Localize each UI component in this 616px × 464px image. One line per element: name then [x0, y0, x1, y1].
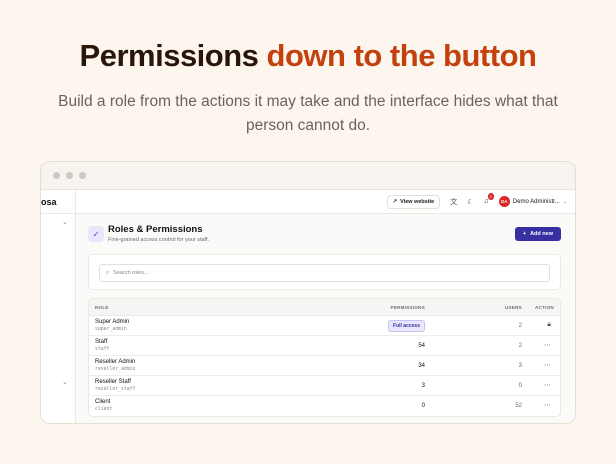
window-dot-minimize[interactable] [66, 172, 73, 179]
role-name: Client [95, 399, 111, 405]
main-area: ↗ View website 文 ☾ ♫ 2 DA Demo Administr.… [76, 190, 575, 423]
page-header: ✓ Roles & Permissions Fine-grained acces… [88, 224, 561, 246]
role-users: 3 [518, 363, 522, 369]
role-users: 2 [518, 343, 522, 349]
hero-title-accent: down to the button [266, 38, 537, 73]
role-permissions: 54 [418, 343, 425, 349]
add-new-label: Add new [530, 231, 553, 237]
view-website-label: View website [400, 198, 435, 205]
view-website-button[interactable]: ↗ View website [386, 194, 441, 209]
column-users[interactable]: USERS [505, 305, 522, 310]
notification-badge: 2 [487, 193, 494, 200]
more-icon[interactable]: ⋯ [544, 361, 551, 369]
moon-icon[interactable]: ☾ [467, 198, 473, 206]
role-name: Super Admin [95, 319, 130, 325]
role-slug: reseller_admin [95, 367, 136, 372]
hero-title: Permissions down to the button [0, 38, 616, 74]
full-access-badge: Full access [388, 320, 425, 332]
add-new-button[interactable]: + Add new [514, 227, 561, 241]
user-name: Demo Administr... [512, 198, 560, 205]
avatar: DA [498, 196, 510, 207]
window-titlebar [41, 162, 575, 190]
table-header: ROLE PERMISSIONS USERS ACTION [89, 299, 560, 316]
table-row[interactable]: Client client 0 52 ⋯ [89, 396, 560, 416]
hero-subtitle: Build a role from the actions it may tak… [58, 93, 558, 134]
lock-icon: 🔒︎ [547, 321, 551, 328]
table-row[interactable]: Reseller Admin reseller_admin 34 3 ⋯ [89, 356, 560, 376]
role-name: Staff [95, 339, 108, 345]
roles-table: ROLE PERMISSIONS USERS ACTION Super Admi… [88, 298, 561, 417]
page-content: ✓ Roles & Permissions Fine-grained acces… [88, 214, 561, 423]
role-slug: staff [95, 347, 110, 352]
more-icon[interactable]: ⋯ [544, 381, 551, 389]
role-users: 2 [518, 323, 522, 329]
search-icon: ⌕ [106, 269, 110, 276]
window-dot-maximize[interactable] [79, 172, 86, 179]
role-permissions: 3 [421, 383, 425, 389]
sidebar-brand[interactable]: osa [41, 197, 57, 207]
sidebar: osa ⌄ ⌄ [41, 190, 76, 423]
search-placeholder: Search roles... [113, 270, 149, 276]
role-slug: reseller_staff [95, 387, 136, 392]
external-link-icon: ↗ [392, 198, 398, 205]
sidebar-divider [41, 213, 76, 214]
more-icon[interactable]: ⋯ [544, 401, 551, 409]
role-slug: super_admin [95, 327, 127, 332]
role-name: Reseller Admin [95, 359, 136, 365]
table-row[interactable]: Super Admin super_admin Full access 2 🔒︎ [89, 316, 560, 336]
search-card: ⌕ Search roles... [88, 254, 561, 290]
admin-app: osa ⌄ ⌄ ↗ View website 文 ☾ ♫ 2 DA Demo Ad… [41, 190, 575, 423]
role-permissions: 34 [418, 363, 425, 369]
column-permissions[interactable]: PERMISSIONS [390, 305, 425, 310]
window-dot-close[interactable] [53, 172, 60, 179]
table-row[interactable]: Reseller Staff reseller_staff 3 0 ⋯ [89, 376, 560, 396]
user-menu[interactable]: DA Demo Administr... ⌄ [498, 196, 567, 207]
chevron-down-icon: ⌄ [562, 198, 567, 205]
table-row[interactable]: Staff staff 54 2 ⋯ [89, 336, 560, 356]
page-description: Fine-grained access control for your sta… [108, 237, 210, 243]
browser-window: osa ⌄ ⌄ ↗ View website 文 ☾ ♫ 2 DA Demo Ad… [40, 161, 576, 424]
role-users: 0 [518, 383, 522, 389]
role-users: 52 [515, 403, 522, 409]
translate-icon[interactable]: 文 [450, 197, 457, 207]
page-title: Roles & Permissions [108, 224, 203, 235]
chevron-down-icon[interactable]: ⌄ [62, 378, 68, 386]
column-role[interactable]: ROLE [95, 305, 109, 310]
role-permissions: 0 [421, 403, 425, 409]
role-name: Reseller Staff [95, 379, 131, 385]
hero-title-main: Permissions [79, 38, 267, 73]
plus-icon: + [522, 231, 527, 237]
search-input[interactable]: ⌕ Search roles... [99, 264, 550, 282]
shield-check-icon: ✓ [88, 226, 104, 242]
role-slug: client [95, 407, 113, 412]
column-action: ACTION [534, 305, 554, 310]
topbar: ↗ View website 文 ☾ ♫ 2 DA Demo Administr.… [76, 190, 575, 214]
bell-icon[interactable]: ♫ 2 [484, 193, 494, 205]
more-icon[interactable]: ⋯ [544, 341, 551, 349]
chevron-down-icon[interactable]: ⌄ [62, 218, 68, 226]
